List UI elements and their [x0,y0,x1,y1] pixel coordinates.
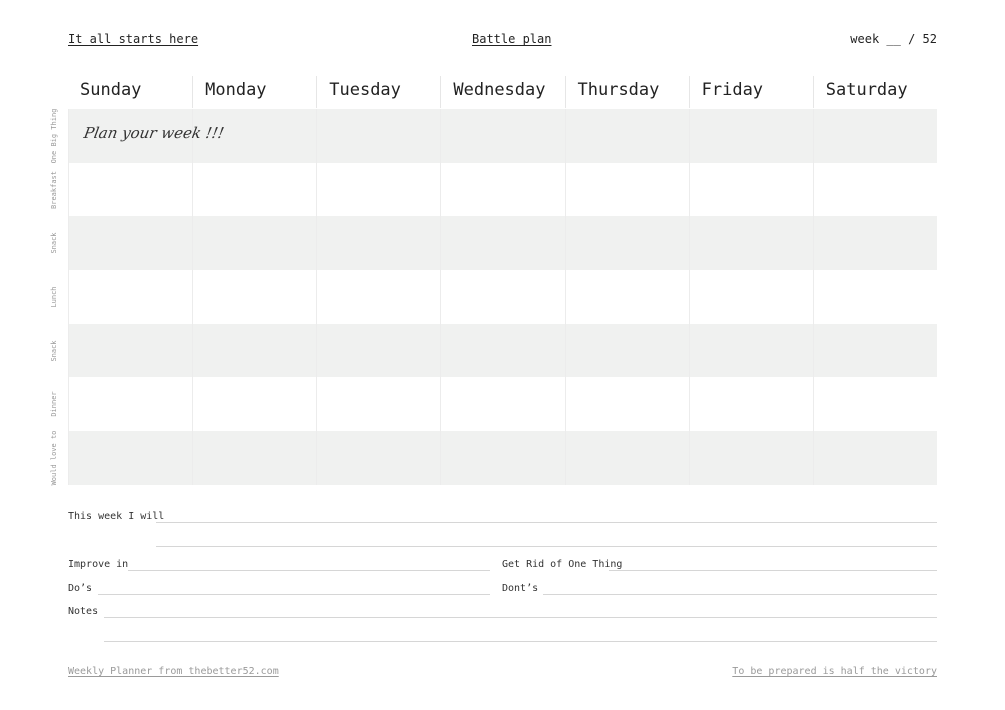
planner-cell[interactable] [440,377,564,432]
planner-cell[interactable] [688,270,813,324]
planner-cell[interactable] [192,431,316,485]
planner-cell[interactable] [192,216,316,271]
header-center-title: Battle plan [472,32,552,46]
planner-cell[interactable] [812,109,937,163]
day-monday: Monday [192,76,316,108]
planner-cell[interactable] [440,431,564,485]
improve-line[interactable] [128,570,490,571]
day-friday: Friday [688,76,813,108]
planner-cell[interactable] [68,431,192,485]
row-dinner: Dinner [50,377,937,432]
planner-cell[interactable] [812,270,937,324]
this-week-line-2[interactable] [156,546,937,547]
planner-cell[interactable] [440,216,564,271]
day-tuesday: Tuesday [316,76,440,108]
planner-cell[interactable] [192,162,316,217]
planner-cell[interactable] [564,323,689,378]
planner-cell[interactable] [688,162,813,217]
header-left-title: It all starts here [68,32,199,46]
planner-cell[interactable] [688,431,813,485]
planner-cell[interactable] [688,216,813,271]
row-label: Breakfast [50,170,58,209]
row-label: One Big Thing [50,108,58,164]
planner-cell[interactable] [440,109,564,163]
week-total: / 52 [908,32,937,46]
planner-grid: One Big Thing Breakfast Snack Lunch Snac… [50,108,937,485]
row-lunch: Lunch [50,270,937,324]
planner-cell[interactable] [68,216,192,271]
this-week-label: This week I will [68,511,165,522]
row-label: Lunch [50,286,58,308]
row-label: Dinner [50,391,58,417]
planner-cell[interactable] [68,377,192,432]
planner-cell[interactable] [316,216,440,271]
planner-cell[interactable] [440,323,564,378]
row-label: Snack [50,232,58,254]
get-rid-label: Get Rid of One Thing [502,559,623,570]
planner-cell[interactable] [440,270,564,324]
planner-cell[interactable] [812,162,937,217]
notes-line-2[interactable] [104,641,937,642]
planner-cell[interactable] [688,109,813,163]
planner-cell[interactable] [316,431,440,485]
planner-cell[interactable] [68,162,192,217]
planner-cell[interactable] [316,270,440,324]
improve-label: Improve in [68,559,129,570]
planner-cell[interactable] [316,323,440,378]
notes-line-1[interactable] [104,617,937,618]
day-thursday: Thursday [564,76,689,108]
footer-motto[interactable]: To be prepared is half the victory [732,666,937,677]
day-header-row: Sunday Monday Tuesday Wednesday Thursday… [68,76,937,108]
day-wednesday: Wednesday [440,76,564,108]
this-week-line-1[interactable] [156,522,937,523]
planner-cell[interactable] [68,270,192,324]
dos-line[interactable] [98,594,490,595]
handwritten-note: Plan your week !!! [82,124,226,142]
planner-cell[interactable] [812,377,937,432]
row-breakfast: Breakfast [50,162,937,217]
planner-cell[interactable] [68,323,192,378]
planner-cell[interactable] [564,216,689,271]
row-label: Would love to [50,430,58,486]
planner-cell[interactable] [564,377,689,432]
planner-cell[interactable] [564,270,689,324]
planner-cell[interactable] [812,216,937,271]
donts-label: Dont’s [502,583,539,594]
planner-cell[interactable] [440,162,564,217]
planner-cell[interactable] [812,323,937,378]
row-would-love-to: Would love to [50,431,937,485]
planner-cell[interactable] [192,377,316,432]
planner-cell[interactable] [316,162,440,217]
get-rid-line[interactable] [609,570,937,571]
notes-label: Notes [68,606,99,617]
week-prefix: week [850,32,880,46]
planner-cell[interactable] [192,270,316,324]
footer-source-link[interactable]: Weekly Planner from thebetter52.com [68,666,279,677]
planner-cell[interactable] [564,162,689,217]
planner-cell[interactable] [812,431,937,485]
week-counter: week __ / 52 [850,32,937,46]
donts-line[interactable] [543,594,937,595]
day-saturday: Saturday [812,76,937,108]
week-number-field[interactable]: __ [886,32,900,46]
planner-cell[interactable] [688,377,813,432]
planner-cell[interactable] [564,109,689,163]
planner-cell[interactable] [192,323,316,378]
row-label: Snack [50,340,58,362]
dos-label: Do’s [68,583,93,594]
planner-cell[interactable] [316,377,440,432]
row-snack-1: Snack [50,216,937,271]
planner-cell[interactable] [688,323,813,378]
planner-cell[interactable] [316,109,440,163]
planner-cell[interactable] [564,431,689,485]
day-sunday: Sunday [80,80,142,100]
row-snack-2: Snack [50,323,937,378]
